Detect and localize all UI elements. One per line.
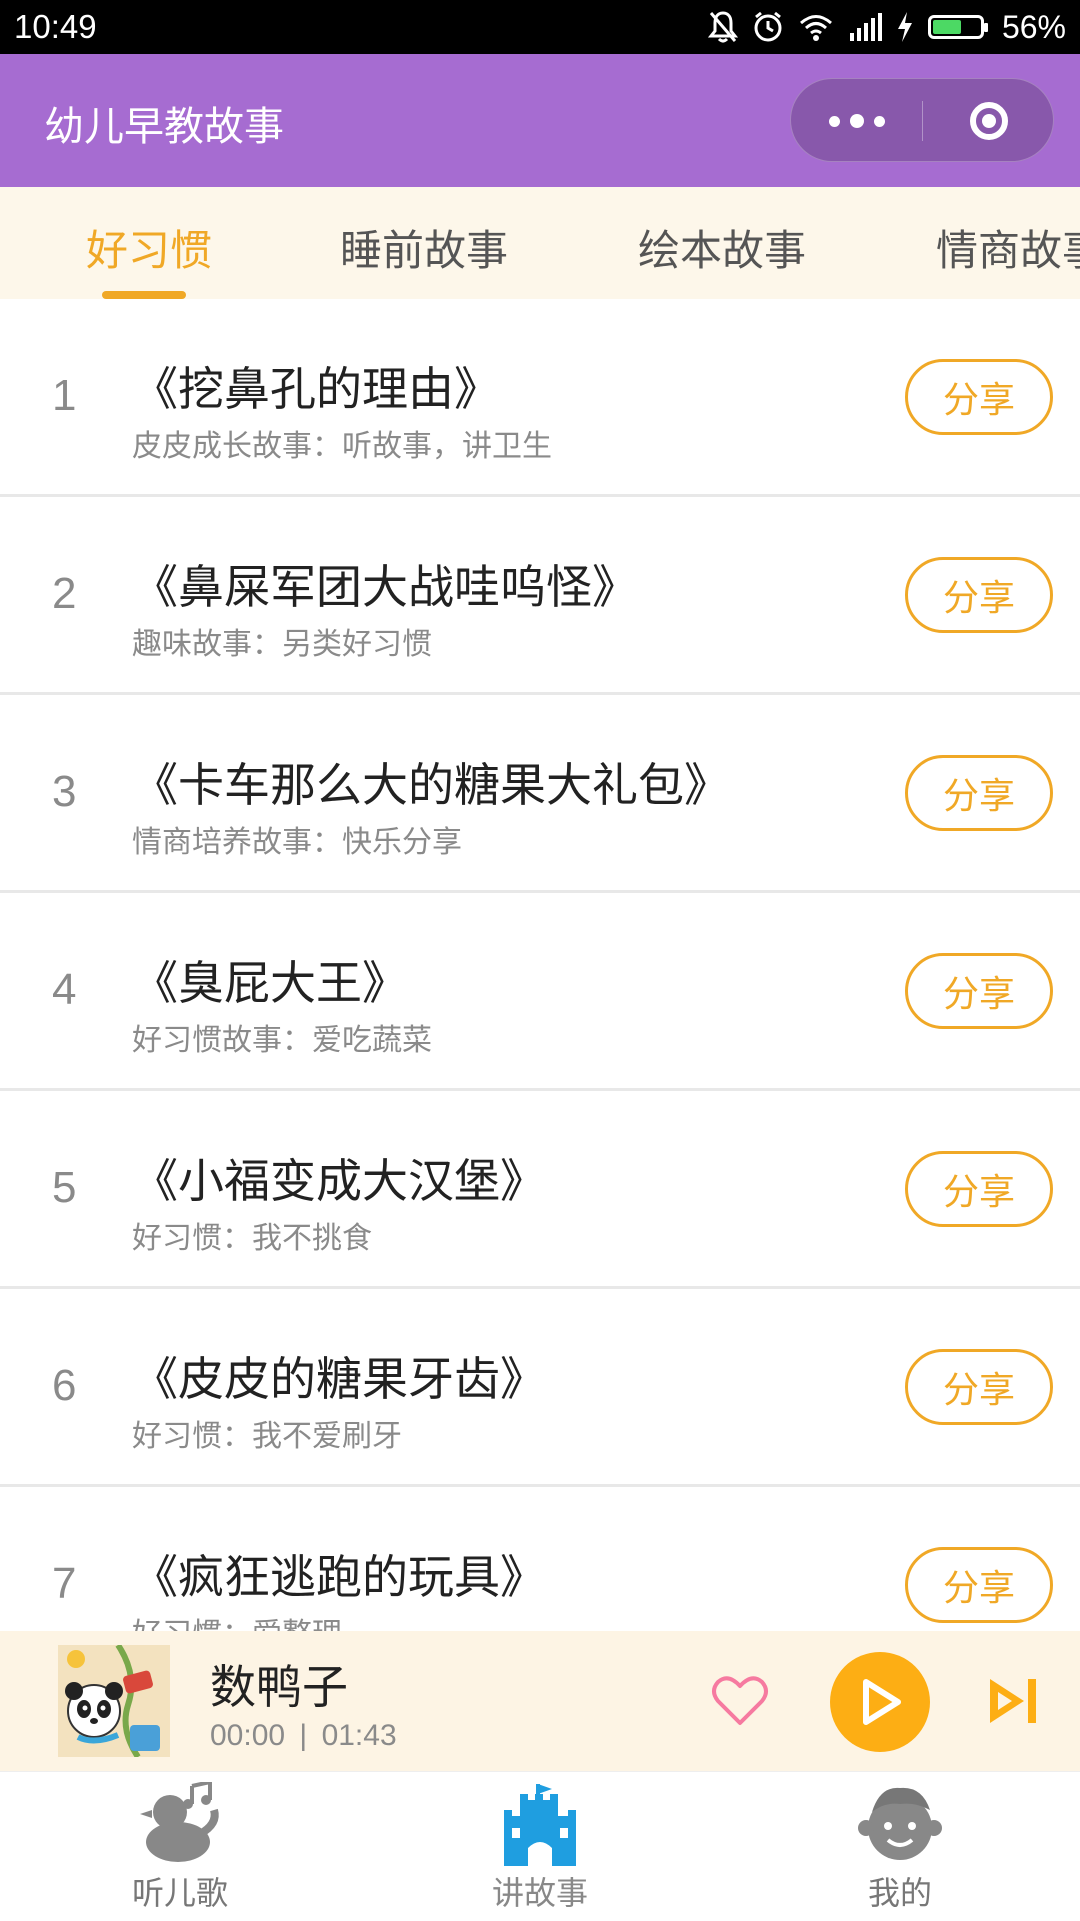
share-button[interactable]: 分享 [905, 1151, 1053, 1227]
mute-bell-icon [707, 11, 738, 43]
item-number: 4 [52, 965, 77, 1014]
more-dot-icon [828, 115, 840, 127]
more-dot-icon [849, 114, 864, 128]
status-time: 10:49 [14, 8, 97, 45]
skip-next-icon[interactable] [986, 1675, 1040, 1727]
nav-item-mine[interactable]: 我的 [790, 1772, 1010, 1921]
story-title: 《皮皮的糖果牙齿》 [132, 1352, 546, 1406]
duck-music-icon [140, 1782, 219, 1862]
more-button[interactable] [791, 79, 922, 163]
story-subtitle: 好习惯：我不挑食 [132, 1221, 372, 1256]
story-subtitle: 好习惯故事：爱吃蔬菜 [132, 1023, 432, 1058]
wifi-icon [799, 15, 832, 41]
battery-percent: 56% [1001, 8, 1066, 45]
now-playing-title: 数鸭子 [210, 1660, 348, 1714]
share-button[interactable]: 分享 [905, 1547, 1053, 1623]
castle-icon [504, 1784, 576, 1866]
story-title: 《挖鼻孔的理由》 [132, 362, 500, 416]
target-circle-icon [969, 102, 1008, 140]
share-button[interactable]: 分享 [905, 953, 1053, 1029]
list-item[interactable]: 5 《小福变成大汉堡》 好习惯：我不挑食 分享 [0, 1091, 1080, 1289]
item-number: 2 [52, 569, 77, 618]
more-dot-icon [873, 115, 885, 127]
nav-label: 我的 [867, 1874, 932, 1912]
status-bar: 10:49 56% [0, 0, 1080, 54]
page-title: 幼儿早教故事 [44, 104, 284, 150]
share-button[interactable]: 分享 [905, 359, 1053, 435]
category-tabs: 好习惯 睡前故事 绘本故事 情商故事 [0, 187, 1080, 299]
face-icon [858, 1787, 942, 1860]
signal-icon [849, 13, 882, 41]
time-separator: | [299, 1719, 308, 1752]
nav-item-stories[interactable]: 讲故事 [430, 1772, 650, 1921]
current-time: 00:00 [210, 1719, 286, 1752]
album-cover[interactable] [58, 1645, 170, 1757]
story-subtitle: 好习惯：我不爱刷牙 [132, 1419, 402, 1454]
nav-label: 听儿歌 [131, 1874, 228, 1912]
share-button[interactable]: 分享 [905, 557, 1053, 633]
list-item[interactable]: 6 《皮皮的糖果牙齿》 好习惯：我不爱刷牙 分享 [0, 1289, 1080, 1487]
battery-icon [927, 15, 988, 39]
story-title: 《小福变成大汉堡》 [132, 1154, 546, 1208]
story-subtitle: 好习惯：爱整理 [132, 1609, 342, 1631]
close-button[interactable] [923, 79, 1054, 163]
item-number: 6 [52, 1361, 77, 1410]
bottom-nav: 听儿歌 讲故事 我的 [0, 1771, 1080, 1920]
story-title: 《鼻屎军团大战哇呜怪》 [132, 560, 638, 614]
share-button[interactable]: 分享 [905, 1349, 1053, 1425]
app-bar: 幼儿早教故事 [0, 54, 1080, 187]
duration: 01:43 [321, 1719, 397, 1752]
tab-bedtime-stories[interactable]: 睡前故事 [340, 217, 508, 278]
item-number: 7 [52, 1559, 77, 1608]
alarm-icon [754, 11, 782, 42]
mini-program-capsule [790, 78, 1054, 162]
story-title: 《疯狂逃跑的玩具》 [132, 1550, 546, 1604]
story-subtitle: 情商培养故事：快乐分享 [132, 825, 462, 860]
nav-label: 讲故事 [491, 1874, 588, 1912]
panda-cover-image [58, 1645, 170, 1757]
story-list: 1 《挖鼻孔的理由》 皮皮成长故事：听故事，讲卫生 分享 2 《鼻屎军团大战哇呜… [0, 299, 1080, 1631]
item-number: 1 [52, 371, 77, 420]
item-number: 5 [52, 1163, 77, 1212]
active-tab-indicator [102, 291, 186, 299]
tab-picture-book-stories[interactable]: 绘本故事 [638, 217, 806, 278]
story-subtitle: 皮皮成长故事：听故事，讲卫生 [132, 429, 552, 464]
list-item[interactable]: 1 《挖鼻孔的理由》 皮皮成长故事：听故事，讲卫生 分享 [0, 299, 1080, 497]
playback-time: 00:00 | 01:43 [210, 1719, 397, 1753]
story-subtitle: 趣味故事：另类好习惯 [132, 627, 432, 662]
item-number: 3 [52, 767, 77, 816]
list-item[interactable]: 3 《卡车那么大的糖果大礼包》 情商培养故事：快乐分享 分享 [0, 695, 1080, 893]
heart-icon[interactable] [710, 1671, 770, 1731]
list-item[interactable]: 7 《疯狂逃跑的玩具》 好习惯：爱整理 分享 [0, 1487, 1080, 1631]
nav-item-nursery-rhymes[interactable]: 听儿歌 [70, 1772, 290, 1921]
share-button[interactable]: 分享 [905, 755, 1053, 831]
tab-good-habits[interactable]: 好习惯 [86, 217, 212, 278]
list-item[interactable]: 2 《鼻屎军团大战哇呜怪》 趣味故事：另类好习惯 分享 [0, 497, 1080, 695]
charging-icon [897, 12, 912, 42]
mini-player: 数鸭子 00:00 | 01:43 [0, 1631, 1080, 1771]
play-icon [863, 1679, 901, 1725]
tab-eq-stories[interactable]: 情商故事 [936, 217, 1080, 278]
story-title: 《卡车那么大的糖果大礼包》 [132, 758, 730, 812]
play-button[interactable] [830, 1652, 930, 1752]
story-title: 《臭屁大王》 [132, 956, 408, 1010]
list-item[interactable]: 4 《臭屁大王》 好习惯故事：爱吃蔬菜 分享 [0, 893, 1080, 1091]
